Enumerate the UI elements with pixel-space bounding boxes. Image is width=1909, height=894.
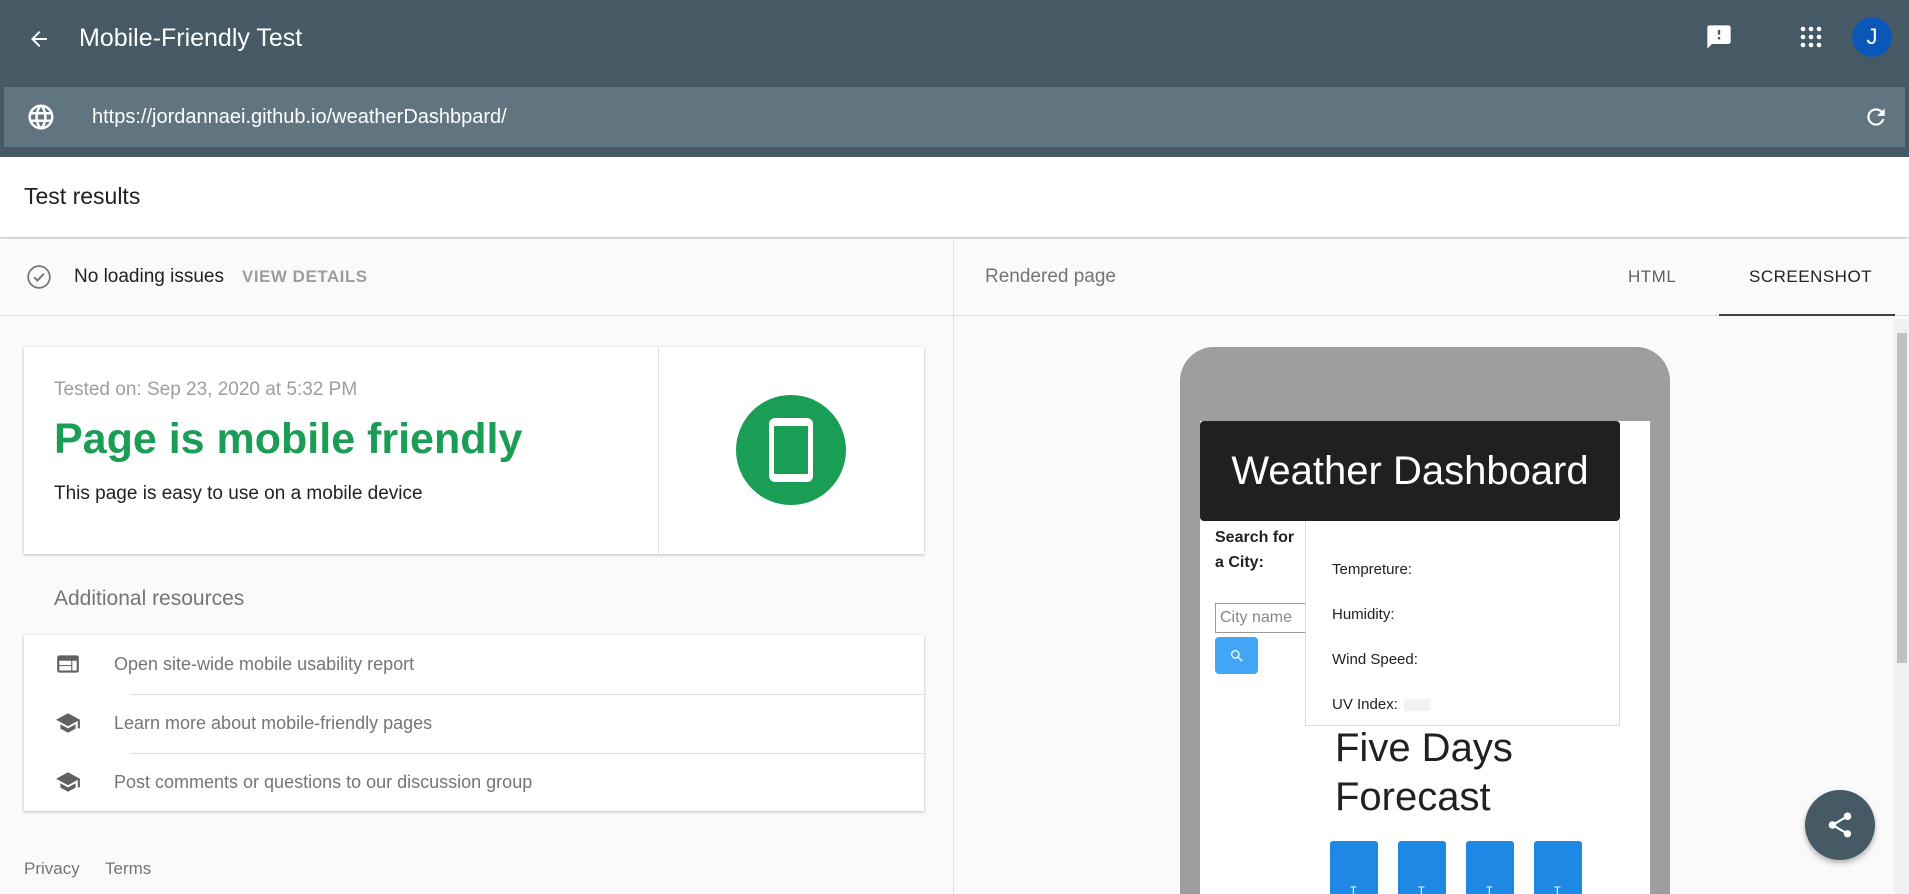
url-input[interactable]: [92, 97, 1792, 137]
list-item-discussion-group[interactable]: Post comments or questions to our discus…: [24, 753, 924, 812]
loading-status-row: No loading issues VIEW DETAILS: [0, 239, 954, 316]
app-bar-row: Mobile-Friendly Test J: [0, 0, 1909, 76]
tested-on-date: Tested on: Sep 23, 2020 at 5:32 PM: [54, 379, 358, 400]
url-bar: [4, 87, 1905, 147]
loading-status-text: No loading issues: [74, 266, 224, 287]
share-button[interactable]: [1805, 790, 1875, 860]
view-details-button[interactable]: VIEW DETAILS: [242, 267, 368, 287]
back-button[interactable]: [22, 22, 56, 56]
tab-screenshot[interactable]: SCREENSHOT: [1719, 239, 1895, 316]
search-icon: [1230, 649, 1243, 662]
resources-list: Open site-wide mobile usability report L…: [24, 635, 924, 811]
phone-screen: Weather Dashboard Search for a City: Tem…: [1200, 421, 1650, 894]
forecast-day-label: T: [1350, 885, 1357, 894]
resource-label: Open site-wide mobile usability report: [114, 654, 415, 674]
forecast-day-label: T: [1418, 885, 1425, 894]
feedback-icon: [1707, 25, 1731, 49]
resources-title: Additional resources: [54, 587, 245, 610]
preview-forecast-day: T: [1534, 841, 1582, 894]
preview-weather-card: Tempreture: Humidity: Wind Speed: UV Ind…: [1305, 521, 1620, 726]
results-header: Test results: [0, 157, 1909, 237]
resource-label: Learn more about mobile-friendly pages: [114, 713, 433, 733]
feedback-button[interactable]: [1702, 20, 1736, 54]
verdict-subtitle: This page is easy to use on a mobile dev…: [54, 483, 423, 504]
web-panel-icon: [57, 655, 79, 673]
terms-link[interactable]: Terms: [105, 859, 151, 879]
resource-label: Post comments or questions to our discus…: [114, 772, 533, 792]
school-icon: [56, 713, 80, 733]
scrollbar[interactable]: [1894, 319, 1909, 894]
right-pane: Rendered page HTML SCREENSHOT Weather Da…: [955, 239, 1909, 894]
card-divider: [658, 347, 659, 554]
check-circle-icon: [27, 265, 51, 289]
rendered-page-header: Rendered page HTML SCREENSHOT: [955, 239, 1909, 316]
preview-uv-row: UV Index:: [1332, 696, 1430, 713]
preview-forecast-day: T: [1398, 841, 1446, 894]
mobile-friendly-badge: [736, 395, 846, 505]
preview-city-input: [1215, 603, 1307, 633]
list-item-usability-report[interactable]: Open site-wide mobile usability report: [24, 635, 924, 694]
share-icon: [1828, 812, 1852, 838]
phone-frame: Weather Dashboard Search for a City: Tem…: [1180, 347, 1670, 894]
tab-html[interactable]: HTML: [1628, 267, 1676, 287]
forecast-day-label: T: [1554, 885, 1561, 894]
left-pane: No loading issues VIEW DETAILS Tested on…: [0, 239, 954, 894]
reload-button[interactable]: [1860, 101, 1892, 133]
arrow-back-icon: [31, 31, 47, 47]
preview-temperature: Tempreture:: [1332, 561, 1413, 578]
preview-humidity: Humidity:: [1332, 606, 1395, 623]
list-item-learn-more[interactable]: Learn more about mobile-friendly pages: [24, 694, 924, 753]
verdict-title: Page is mobile friendly: [54, 415, 523, 463]
scrollbar-thumb[interactable]: [1897, 333, 1907, 663]
preview-wind-speed: Wind Speed:: [1332, 651, 1418, 668]
forecast-day-label: T: [1486, 885, 1493, 894]
preview-search-button: [1215, 637, 1258, 674]
globe-icon: [28, 104, 54, 130]
apps-button[interactable]: [1794, 20, 1828, 54]
preview-header: Weather Dashboard: [1200, 421, 1620, 521]
school-icon: [56, 772, 80, 792]
result-card: Tested on: Sep 23, 2020 at 5:32 PM Page …: [24, 347, 924, 554]
preview-forecast-day: T: [1466, 841, 1514, 894]
rendered-page-label: Rendered page: [985, 266, 1116, 287]
tab-screenshot-label: SCREENSHOT: [1749, 267, 1873, 286]
refresh-icon: [1867, 108, 1885, 126]
app-bar: Mobile-Friendly Test J: [0, 0, 1909, 157]
preview-search-label: Search for a City:: [1215, 529, 1295, 571]
preview-uv-index: UV Index:: [1332, 696, 1398, 713]
smartphone-icon: [769, 418, 813, 482]
preview-forecast-title: Five Days Forecast: [1335, 726, 1513, 819]
privacy-link[interactable]: Privacy: [24, 859, 80, 879]
uv-value-chip: [1403, 699, 1430, 712]
results-title: Test results: [24, 183, 141, 209]
app-title: Mobile-Friendly Test: [79, 24, 303, 52]
preview-forecast-day: T: [1330, 841, 1378, 894]
apps-grid-icon: [1800, 26, 1822, 48]
avatar[interactable]: J: [1852, 17, 1892, 57]
